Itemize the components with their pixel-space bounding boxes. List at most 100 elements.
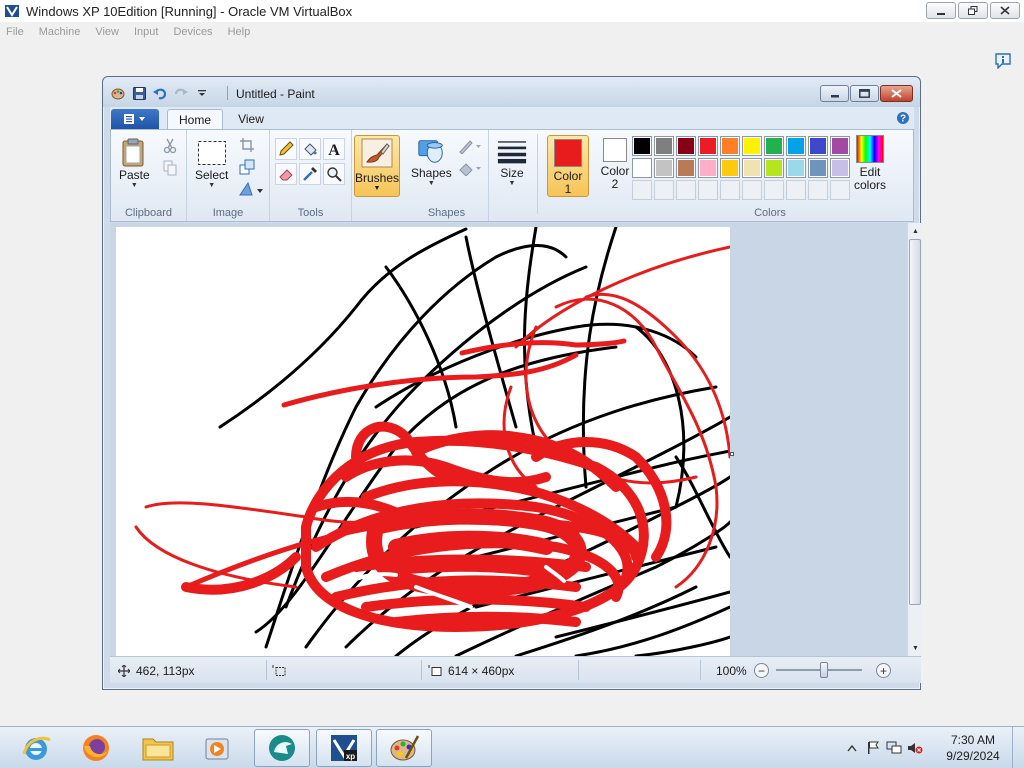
palette-color-1[interactable] [654,136,674,156]
palette-color-9[interactable] [830,136,850,156]
shapes-button[interactable]: Shapes ▼ [411,136,452,188]
help-balloon-icon[interactable] [994,53,1012,69]
undo-icon[interactable] [153,86,167,100]
rotate-icon[interactable] [237,179,265,199]
cut-icon[interactable] [160,136,180,156]
palette-custom-slot[interactable] [720,180,740,200]
taskbar-internet-explorer[interactable] [8,729,64,767]
network-icon[interactable] [886,740,902,756]
scroll-thumb[interactable] [909,239,921,605]
tab-view[interactable]: View [223,109,279,129]
paint-icon [390,735,420,761]
palette-color-18[interactable] [808,158,828,178]
color1-button[interactable]: Color 1 [547,135,589,197]
drawing-canvas[interactable] [116,225,732,656]
paste-button[interactable]: Paste ▼ [119,138,150,190]
palette-color-10[interactable] [632,158,652,178]
virtualbox-tool-icon [269,735,295,761]
edit-colors-button[interactable]: Edit colors [850,135,890,197]
tab-home[interactable]: Home [167,109,223,129]
pencil-icon[interactable] [275,138,297,160]
palette-color-4[interactable] [720,136,740,156]
palette-color-11[interactable] [654,158,674,178]
palette-color-3[interactable] [698,136,718,156]
magnifier-icon[interactable] [323,163,345,185]
scroll-up-icon[interactable]: ▲ [909,224,922,238]
color2-button[interactable]: Color 2 [597,135,633,197]
size-button[interactable]: Size ▼ [497,136,527,188]
palette-custom-slot[interactable] [632,180,652,200]
paint-menu-button[interactable] [111,109,159,129]
taskbar-media-player[interactable] [190,729,246,767]
palette-color-6[interactable] [764,136,784,156]
help-icon[interactable]: ? [896,111,910,125]
copy-icon[interactable] [160,158,180,178]
customize-qat-icon[interactable] [195,86,209,100]
menu-machine[interactable]: Machine [39,26,81,38]
menu-help[interactable]: Help [228,26,251,38]
redo-icon[interactable] [174,86,188,100]
zoom-slider-track[interactable] [776,669,862,671]
taskbar-firefox[interactable] [68,729,124,767]
menu-view[interactable]: View [95,26,119,38]
resize-icon[interactable] [237,157,257,177]
volume-muted-icon[interactable] [907,740,923,756]
clock-date: 9/29/2024 [946,749,1000,763]
action-center-flag-icon[interactable] [865,740,881,756]
paint-maximize-button[interactable] [850,85,879,102]
text-icon[interactable]: A [323,138,345,160]
zoom-in-button[interactable]: + [876,663,891,678]
vertical-scrollbar[interactable]: ▲ ▼ [907,223,922,656]
taskbar-virtualbox-tool[interactable] [254,729,310,767]
palette-custom-slot[interactable] [764,180,784,200]
palette-custom-slot[interactable] [698,180,718,200]
paint-app-icon[interactable] [111,86,125,100]
palette-color-19[interactable] [830,158,850,178]
palette-color-2[interactable] [676,136,696,156]
outline-icon[interactable] [457,136,483,156]
palette-color-0[interactable] [632,136,652,156]
fill-icon[interactable] [457,158,483,178]
brushes-button[interactable]: Brushes ▼ [354,135,400,197]
taskbar-clock[interactable]: 7:30 AM 9/29/2024 [938,732,1008,764]
select-button[interactable]: Select ▼ [195,138,228,190]
paint-close-button[interactable] [880,85,913,102]
palette-custom-slot[interactable] [786,180,806,200]
close-button[interactable] [990,2,1020,19]
palette-color-17[interactable] [786,158,806,178]
restore-button[interactable] [958,2,988,19]
scroll-down-icon[interactable]: ▼ [909,641,922,655]
taskbar-file-explorer[interactable] [130,729,186,767]
palette-color-13[interactable] [698,158,718,178]
palette-color-12[interactable] [676,158,696,178]
palette-custom-slot[interactable] [830,180,850,200]
folder-icon [142,738,174,761]
menu-devices[interactable]: Devices [173,26,212,38]
palette-custom-slot[interactable] [676,180,696,200]
zoom-out-button[interactable]: − [754,663,769,678]
palette-custom-slot[interactable] [654,180,674,200]
taskbar-virtualbox-xp[interactable]: xp [316,729,372,767]
palette-color-7[interactable] [786,136,806,156]
menu-file[interactable]: File [6,26,24,38]
save-icon[interactable] [132,86,146,100]
zoom-slider-thumb[interactable] [820,662,828,678]
minimize-button[interactable] [926,2,956,19]
palette-color-5[interactable] [742,136,762,156]
palette-color-16[interactable] [764,158,784,178]
palette-color-14[interactable] [720,158,740,178]
canvas-resize-handle-right[interactable] [730,452,734,456]
color-picker-icon[interactable] [299,163,321,185]
crop-icon[interactable] [237,135,257,155]
paint-minimize-button[interactable] [820,85,849,102]
palette-color-8[interactable] [808,136,828,156]
fill-bucket-icon[interactable] [299,138,321,160]
show-hidden-icons-icon[interactable] [844,740,860,756]
taskbar-paint[interactable] [376,729,432,767]
eraser-icon[interactable] [275,163,297,185]
menu-input[interactable]: Input [134,26,158,38]
palette-custom-slot[interactable] [742,180,762,200]
show-desktop-button[interactable] [1012,727,1024,768]
palette-custom-slot[interactable] [808,180,828,200]
palette-color-15[interactable] [742,158,762,178]
